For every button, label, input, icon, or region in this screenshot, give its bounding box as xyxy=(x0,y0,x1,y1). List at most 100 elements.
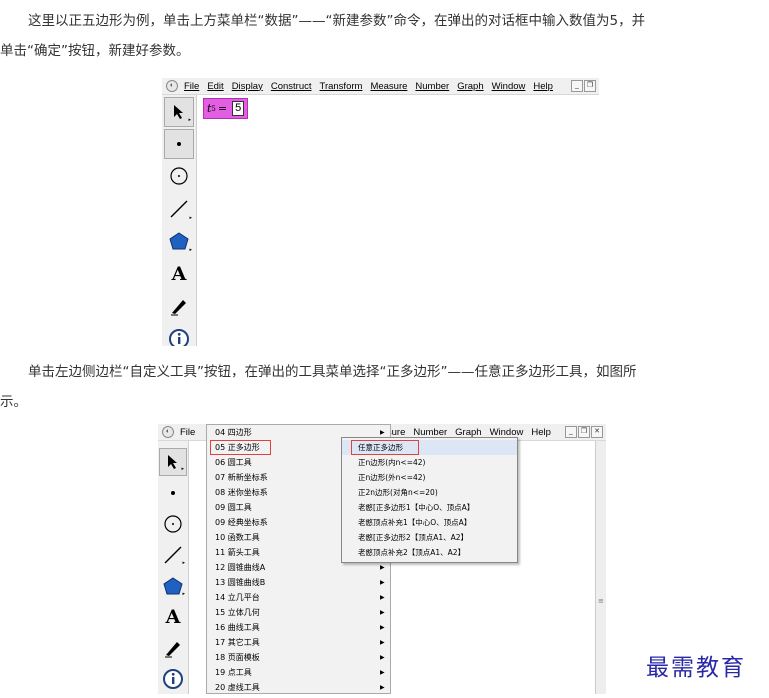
point-icon xyxy=(171,491,175,495)
point-tool[interactable] xyxy=(159,479,187,507)
marker-tool[interactable] xyxy=(159,634,187,662)
menu-file[interactable]: File xyxy=(180,81,203,92)
polygon-tool[interactable]: ▸ xyxy=(159,572,187,600)
vertical-scrollbar[interactable]: ≡ xyxy=(595,441,606,694)
menu-item-label: 17 其它工具 xyxy=(215,638,260,647)
line-tool[interactable]: ▸ xyxy=(164,194,194,224)
polygon-tool[interactable]: ▸ xyxy=(164,226,194,256)
minimize-icon[interactable]: _ xyxy=(571,80,583,92)
submenu-arrow-icon: ▶ xyxy=(380,429,385,436)
info-tool[interactable] xyxy=(159,665,187,693)
submenu-item-label: 老憨[正多边形1【中心O、顶点A】 xyxy=(358,503,475,512)
menu-item-label: 14 立几平台 xyxy=(215,593,260,602)
menu-window-2[interactable]: Window xyxy=(486,427,528,438)
info-icon xyxy=(169,329,189,346)
menu-item-label: 16 曲线工具 xyxy=(215,623,260,632)
scroll-grip-icon: ≡ xyxy=(598,597,604,605)
polygon-icon xyxy=(163,577,183,595)
menu-graph-2[interactable]: Graph xyxy=(451,427,485,438)
tool-menu-item[interactable]: 20 虚线工具 ▶ xyxy=(207,680,390,694)
tool-menu-item[interactable]: 15 立体几何 ▶ xyxy=(207,605,390,620)
circle-icon xyxy=(164,515,182,533)
submenu-arrow-icon: ▶ xyxy=(380,564,385,571)
arrow-tool[interactable]: ▸ xyxy=(164,97,194,127)
info-tool[interactable] xyxy=(164,324,194,346)
submenu-item[interactable]: 正n边形(外n<=42) xyxy=(342,470,517,485)
marker-tool[interactable] xyxy=(164,291,194,321)
submenu-arrow-icon: ▶ xyxy=(380,594,385,601)
submenu-arrow-icon: ▶ xyxy=(380,684,385,691)
menu-display[interactable]: Display xyxy=(228,81,267,92)
submenu-arrow-icon: ▶ xyxy=(380,624,385,631)
submenu-arrow-icon: ▶ xyxy=(380,639,385,646)
app-icon-2[interactable]: ◐ xyxy=(162,426,174,438)
menu-graph[interactable]: Graph xyxy=(453,81,487,92)
pen-icon xyxy=(171,300,186,316)
menu-construct[interactable]: Construct xyxy=(267,81,316,92)
paragraph-1: 这里以正五边形为例，单击上方菜单栏“数据”——“新建参数”命令，在弹出的对话框中… xyxy=(0,6,769,66)
compass-tool[interactable] xyxy=(159,510,187,538)
submenu-item[interactable]: 老憨[正多边形2【顶点A1、A2】 xyxy=(342,530,517,545)
tool-menu-item[interactable]: 17 其它工具 ▶ xyxy=(207,635,390,650)
text-tool[interactable]: A xyxy=(159,603,187,631)
menu-help[interactable]: Help xyxy=(529,81,557,92)
menu-help-2[interactable]: Help xyxy=(527,427,555,438)
paragraph-2: 单击左边侧边栏“自定义工具”按钮，在弹出的工具菜单选择“正多边形”——任意正多边… xyxy=(0,357,769,417)
restore-icon[interactable]: ❐ xyxy=(584,80,596,92)
point-tool[interactable] xyxy=(164,129,194,159)
submenu-item-label: 正n边形(内n<=42) xyxy=(358,458,426,467)
paragraph-2-line-1: 单击左边侧边栏“自定义工具”按钮，在弹出的工具菜单选择“正多边形”——任意正多边… xyxy=(28,364,637,380)
circle-icon xyxy=(170,167,188,185)
tool-sidebar: ▸ ▸ ▸ A xyxy=(162,95,197,346)
menu-transform[interactable]: Transform xyxy=(316,81,367,92)
screenshot-custom-tool-menu: ◐ File rm Measure Number Graph Window He… xyxy=(158,424,606,694)
text-tool[interactable]: A xyxy=(164,259,194,289)
app-icon[interactable]: ◐ xyxy=(166,80,178,92)
submenu-item[interactable]: 老憨[正多边形1【中心O、顶点A】 xyxy=(342,500,517,515)
submenu-arrow-icon: ▶ xyxy=(380,579,385,586)
menu-number[interactable]: Number xyxy=(411,81,453,92)
param-sub: 5 xyxy=(211,104,216,113)
watermark-logo: 最需教育 xyxy=(646,655,746,681)
menu-item-label: 13 圆锥曲线B xyxy=(215,578,266,587)
pen-icon xyxy=(165,642,180,658)
tool-sidebar-2: ▸ ▸ ▸ A xyxy=(158,441,189,694)
polygon-icon xyxy=(169,232,189,250)
menu-measure[interactable]: Measure xyxy=(366,81,411,92)
parameter-t5[interactable]: t5 = 5 xyxy=(203,98,249,119)
submenu-arrow-icon: ▶ xyxy=(380,669,385,676)
submenu-item-label: 正n边形(外n<=42) xyxy=(358,473,426,482)
tool-menu-item[interactable]: 14 立几平台 ▶ xyxy=(207,590,390,605)
param-value[interactable]: 5 xyxy=(232,101,245,116)
drawing-canvas[interactable] xyxy=(197,95,599,346)
any-polygon-highlight xyxy=(351,440,419,455)
submenu-item[interactable]: 正2n边形(对角n<=20) xyxy=(342,485,517,500)
submenu-item[interactable]: 老憨顶点补充1【中心O、顶点A】 xyxy=(342,515,517,530)
submenu-item-label: 老憨顶点补充1【中心O、顶点A】 xyxy=(358,518,472,527)
menu-number-2[interactable]: Number xyxy=(409,427,451,438)
submenu-item-label: 老憨[正多边形2【顶点A1、A2】 xyxy=(358,533,469,542)
tool-menu-item[interactable]: 16 曲线工具 ▶ xyxy=(207,620,390,635)
menu-edit[interactable]: Edit xyxy=(203,81,227,92)
menu-item-label: 19 点工具 xyxy=(215,668,252,677)
paragraph-1-line-2: 单击“确定”按钮，新建好参数。 xyxy=(0,43,190,59)
close-icon[interactable]: ✕ xyxy=(591,426,603,438)
arrow-icon xyxy=(174,105,183,119)
submenu-item-label: 正2n边形(对角n<=20) xyxy=(358,488,438,497)
paragraph-1-line-1: 这里以正五边形为例，单击上方菜单栏“数据”——“新建参数”命令，在弹出的对话框中… xyxy=(28,13,646,29)
minimize-icon[interactable]: _ xyxy=(565,426,577,438)
tool-menu-item[interactable]: 18 页面模板 ▶ xyxy=(207,650,390,665)
selected-item-highlight xyxy=(210,440,271,455)
arrow-tool[interactable]: ▸ xyxy=(159,448,187,476)
menu-file-2[interactable]: File xyxy=(176,427,199,438)
tool-menu-item[interactable]: 19 点工具 ▶ xyxy=(207,665,390,680)
compass-tool[interactable] xyxy=(164,161,194,191)
restore-icon[interactable]: ❐ xyxy=(578,426,590,438)
menu-window[interactable]: Window xyxy=(488,81,530,92)
tool-menu-item[interactable]: 13 圆锥曲线B ▶ xyxy=(207,575,390,590)
line-icon xyxy=(164,546,182,564)
submenu-item[interactable]: 正n边形(内n<=42) xyxy=(342,455,517,470)
menu-item-label: 20 虚线工具 xyxy=(215,683,260,692)
submenu-item[interactable]: 老憨顶点补充2【顶点A1、A2】 xyxy=(342,545,517,560)
line-tool[interactable]: ▸ xyxy=(159,541,187,569)
